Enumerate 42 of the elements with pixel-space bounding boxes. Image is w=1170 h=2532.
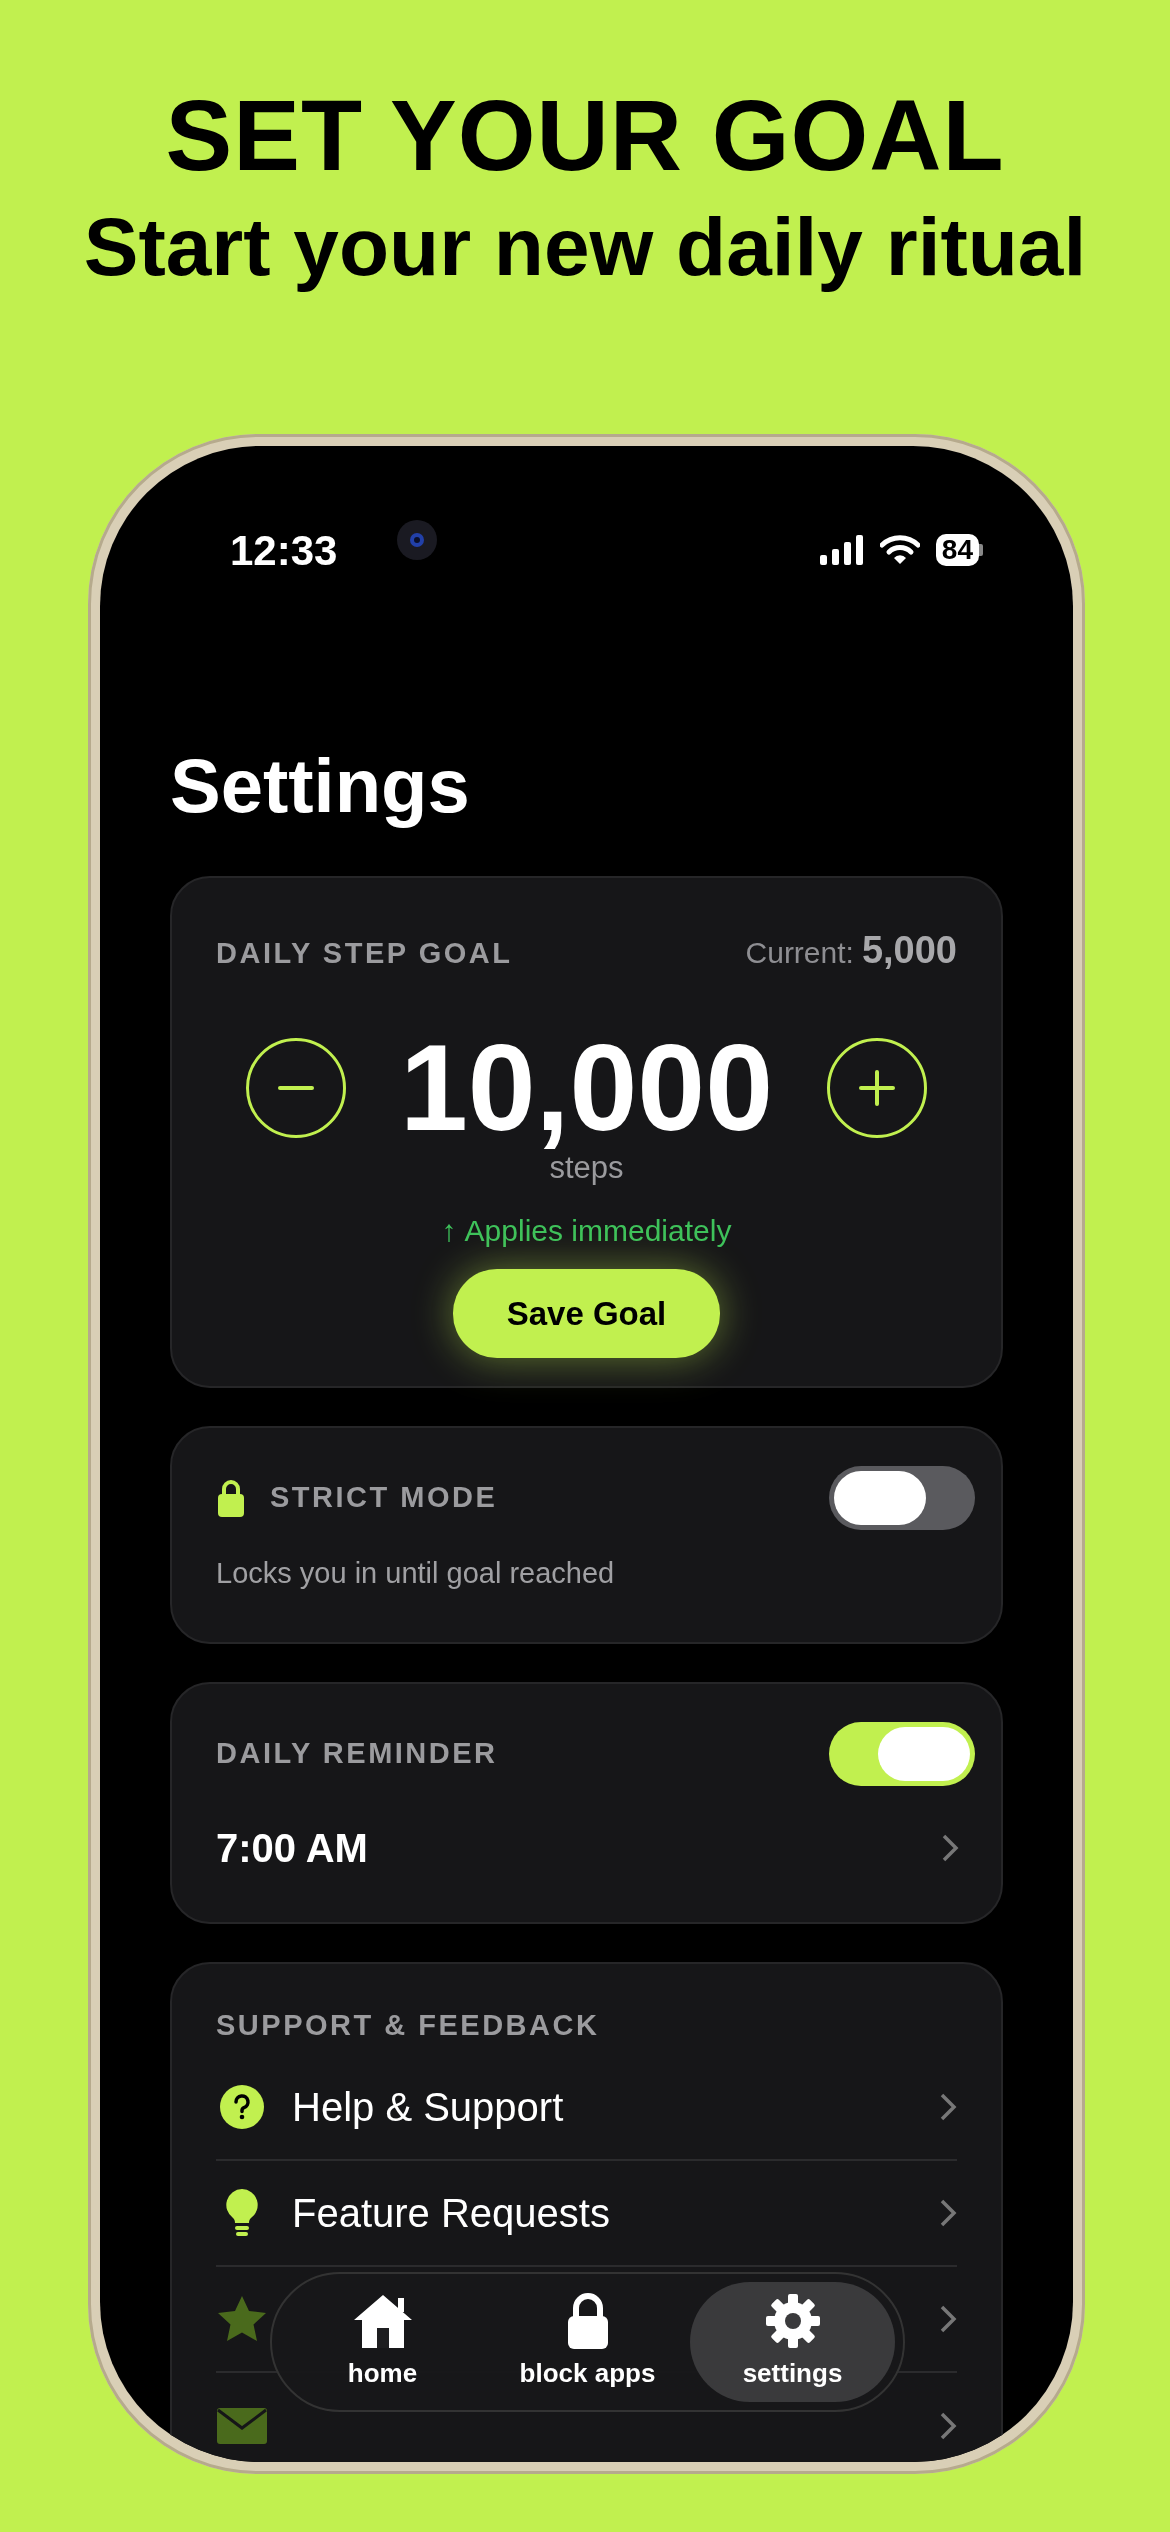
tab-item[interactable]: settings	[690, 2282, 895, 2403]
wifi-icon	[879, 535, 920, 566]
chevron-icon	[939, 2411, 957, 2442]
section-label: DAILY REMINDER	[216, 1735, 498, 1771]
section-label: STRICT MODE	[270, 1480, 498, 1516]
item-label: Feature Requests	[292, 2190, 610, 2238]
camera-icon	[397, 520, 438, 561]
plus-icon	[859, 1070, 895, 1107]
current-label: Current:	[745, 935, 854, 972]
chevron-icon	[939, 2092, 957, 2123]
arrow-icon: ↑	[441, 1207, 457, 1253]
list-item[interactable]: Feature Requests	[216, 2161, 957, 2268]
signal-icon	[819, 535, 864, 566]
decrease-button[interactable]	[246, 1038, 346, 1139]
chevron-icon	[939, 2198, 957, 2229]
list-item[interactable]: Help & Support	[216, 2055, 957, 2162]
unit-label: steps	[549, 1149, 624, 1188]
envelope-icon	[216, 2407, 268, 2446]
goal-value: 10,000	[399, 1027, 774, 1150]
settings-icon	[763, 2291, 822, 2350]
battery-level: 84	[935, 534, 979, 567]
star-icon	[216, 2295, 268, 2344]
item-label: Help & Support	[292, 2084, 564, 2132]
save-goal-button[interactable]: Save Goal	[452, 1268, 721, 1359]
current-value: 5,000	[861, 928, 957, 974]
section-label: DAILY STEP GOAL	[216, 936, 513, 972]
headline: SET YOUR GOAL	[164, 78, 1006, 190]
minus-icon	[278, 1086, 314, 1091]
status-note: Applies immediately	[464, 1212, 732, 1249]
lock-icon	[565, 2291, 610, 2350]
chevron-icon	[939, 2304, 957, 2335]
battery-tip	[979, 544, 983, 557]
chevron-icon	[941, 1832, 959, 1863]
description: Locks you in until goal reached	[216, 1556, 616, 1592]
tab-item[interactable]: home	[280, 2282, 485, 2403]
reminder-time[interactable]: 7:00 AM	[216, 1817, 368, 1878]
status-time: 12:33	[230, 525, 338, 576]
subheadline: Start your new daily ritual	[82, 202, 1088, 293]
lock-icon	[216, 1478, 246, 1519]
section-label: SUPPORT & FEEDBACK	[216, 2007, 601, 2043]
tab-item[interactable]: block apps	[485, 2282, 690, 2403]
increase-button[interactable]	[827, 1038, 927, 1139]
